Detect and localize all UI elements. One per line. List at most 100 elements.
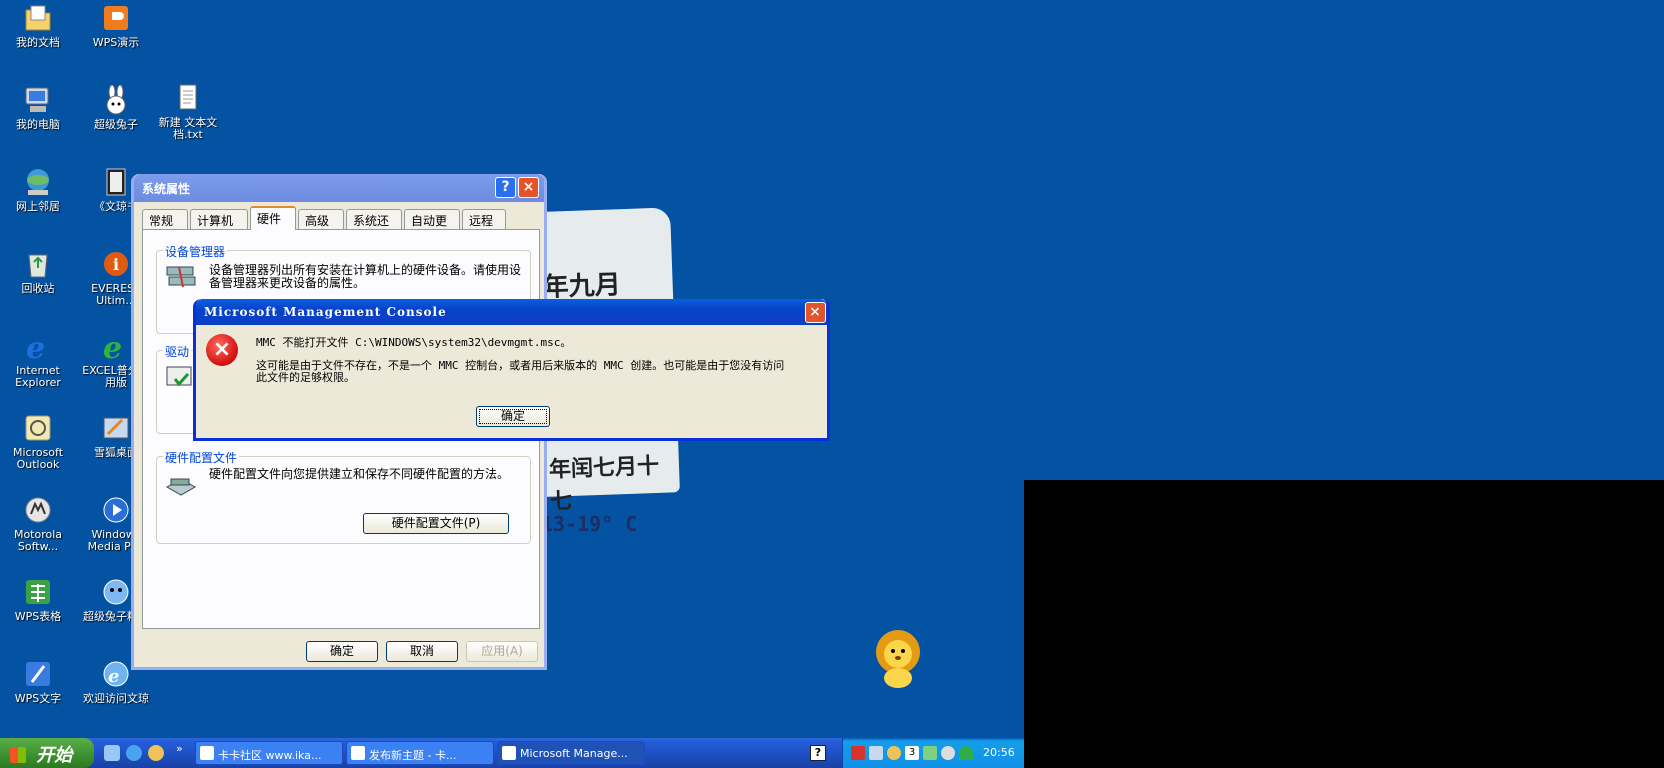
apply-button[interactable]: 应用(A) bbox=[466, 641, 538, 662]
taskbar-item-label: Microsoft Manage... bbox=[520, 747, 628, 760]
taskbar-item-label: 卡卡社区 www.ika... bbox=[218, 749, 322, 762]
mmc-message-line1: MMC 不能打开文件 C:\WINDOWS\system32\devmgmt.m… bbox=[256, 336, 572, 349]
desktop-icon-text-file[interactable]: 新建 文本文档.txt bbox=[150, 82, 226, 141]
taskbar-item-kaka[interactable]: 卡卡社区 www.ika... bbox=[195, 741, 343, 765]
device-manager-text: 设备管理器列出所有安装在计算机上的硬件设备。请使用设备管理器来更改设备的属性。 bbox=[209, 263, 522, 290]
desktop-icon-network-places[interactable]: 网上邻居 bbox=[0, 166, 76, 213]
taskbar: 开始 » 卡卡社区 www.ika... 发布新主题 - 卡... Micros… bbox=[0, 738, 1024, 768]
desktop-icon-my-computer[interactable]: 我的电脑 bbox=[0, 84, 76, 131]
start-label: 开始 bbox=[36, 745, 73, 766]
book-icon bbox=[100, 166, 132, 198]
desktop-icon-wps-writer[interactable]: WPS文字 bbox=[0, 658, 76, 705]
drivers-icon bbox=[165, 365, 195, 391]
device-manager-icon bbox=[165, 263, 197, 293]
desktop-icon-internet-explorer[interactable]: e Internet Explorer bbox=[0, 330, 76, 389]
clock[interactable]: 20:56 bbox=[983, 746, 1015, 759]
calendar-lunar: 年闰七月十七 bbox=[548, 453, 660, 515]
wps-writer-icon bbox=[22, 658, 54, 690]
mmc-ok-button[interactable]: 确定 bbox=[476, 406, 550, 427]
taskbar-item-mmc[interactable]: Microsoft Manage... bbox=[497, 741, 645, 765]
start-button[interactable]: 开始 bbox=[0, 738, 94, 768]
taskbar-item-new-topic[interactable]: 发布新主题 - 卡... bbox=[346, 741, 494, 765]
hardware-profiles-group: 硬件配置文件 硬件配置文件向您提供建立和保存不同硬件配置的方法。 硬件配置文件(… bbox=[156, 449, 531, 544]
hardware-profiles-text: 硬件配置文件向您提供建立和保存不同硬件配置的方法。 bbox=[209, 467, 510, 481]
quicklaunch-chevron-icon[interactable]: » bbox=[176, 742, 183, 755]
browser-icon bbox=[200, 746, 214, 760]
tray-rabbit-icon[interactable] bbox=[887, 746, 901, 760]
rabbit-sprite-icon bbox=[100, 576, 132, 608]
mmc-icon bbox=[502, 746, 516, 760]
tab-system-restore[interactable]: 系统还原 bbox=[346, 209, 402, 245]
motorola-icon bbox=[22, 494, 54, 526]
windows-logo-icon bbox=[10, 747, 26, 763]
desktop-icon-my-documents[interactable]: 我的文档 bbox=[0, 2, 76, 49]
text-file-icon bbox=[172, 82, 204, 114]
hardware-profiles-title: 硬件配置文件 bbox=[163, 449, 240, 466]
device-manager-title: 设备管理器 bbox=[163, 243, 228, 260]
tray-input-icon[interactable] bbox=[923, 746, 937, 760]
taskbar-item-label: 发布新主题 - 卡... bbox=[369, 749, 457, 762]
desktop-extension bbox=[1024, 0, 1664, 480]
excel-icon: e bbox=[100, 330, 132, 366]
desktop-icon-motorola[interactable]: Motorola Softw... bbox=[0, 494, 76, 553]
tab-advanced[interactable]: 高级 bbox=[298, 209, 344, 229]
help-button[interactable]: ? bbox=[495, 177, 516, 198]
my-documents-icon bbox=[22, 2, 54, 34]
desktop-icon-wps-presentation[interactable]: WPS演示 bbox=[78, 2, 154, 49]
close-button[interactable]: × bbox=[518, 177, 539, 198]
mmc-titlebar[interactable]: Microsoft Management Console × bbox=[196, 299, 827, 325]
media-player-icon bbox=[100, 494, 132, 526]
mmc-title: Microsoft Management Console bbox=[204, 305, 447, 319]
wps-spreadsheet-icon bbox=[22, 576, 54, 608]
quicklaunch-rabbit-icon[interactable] bbox=[148, 745, 164, 761]
ok-button[interactable]: 确定 bbox=[306, 641, 378, 662]
hardware-profiles-icon bbox=[165, 469, 197, 497]
tab-computer-name[interactable]: 计算机名 bbox=[190, 209, 248, 245]
desktop-icon-super-rabbit[interactable]: 超级兔子 bbox=[78, 84, 154, 131]
tab-auto-update[interactable]: 自动更新 bbox=[404, 209, 460, 245]
internet-explorer-icon: e bbox=[22, 330, 54, 366]
tab-general[interactable]: 常规 bbox=[142, 209, 188, 229]
cancel-button[interactable]: 取消 bbox=[386, 641, 458, 662]
quicklaunch-desktop-icon[interactable] bbox=[104, 745, 120, 761]
mmc-message-line3: 此文件的足够权限。 bbox=[256, 371, 355, 384]
tray-badge[interactable]: 3 bbox=[905, 746, 919, 760]
network-places-icon bbox=[22, 166, 54, 198]
welcome-ie-icon: e bbox=[100, 658, 132, 690]
desktop-icon-wps-spreadsheet[interactable]: WPS表格 bbox=[0, 576, 76, 623]
desktop-icon-outlook[interactable]: Microsoft Outlook bbox=[0, 412, 76, 471]
mmc-close-button[interactable]: × bbox=[805, 302, 826, 323]
wps-presentation-icon bbox=[100, 2, 132, 34]
tab-hardware[interactable]: 硬件 bbox=[250, 206, 296, 230]
black-region bbox=[1024, 480, 1664, 768]
calendar-month: 年九月 bbox=[542, 270, 622, 303]
mmc-error-dialog: Microsoft Management Console × × MMC 不能打… bbox=[193, 299, 830, 441]
tray-download-icon[interactable] bbox=[851, 746, 865, 760]
recycle-bin-icon bbox=[22, 248, 54, 280]
tray-volume-icon[interactable] bbox=[941, 746, 955, 760]
system-tray: 3 20:56 bbox=[842, 738, 1024, 768]
drivers-title: 驱动 bbox=[163, 343, 192, 360]
svg-text:e: e bbox=[103, 331, 122, 362]
calendar-temperature: 13-19° C bbox=[541, 512, 638, 536]
super-rabbit-icon bbox=[100, 84, 132, 116]
desktop-icon-recycle-bin[interactable]: 回收站 bbox=[0, 248, 76, 295]
tray-antivirus-icon[interactable] bbox=[959, 746, 973, 760]
error-icon: × bbox=[206, 334, 238, 366]
desktop-app-icon bbox=[100, 412, 132, 444]
everest-icon: i bbox=[100, 248, 132, 280]
svg-text:e: e bbox=[108, 666, 119, 687]
outlook-icon bbox=[22, 412, 54, 444]
svg-text:e: e bbox=[26, 331, 45, 362]
quicklaunch-ie-icon[interactable] bbox=[126, 745, 142, 761]
hardware-profiles-button[interactable]: 硬件配置文件(P) bbox=[363, 513, 509, 534]
tray-network-icon[interactable] bbox=[869, 746, 883, 760]
browser-icon bbox=[351, 746, 365, 760]
sysprops-title: 系统属性 bbox=[142, 182, 191, 196]
svg-text:i: i bbox=[113, 255, 119, 274]
lion-mascot[interactable] bbox=[868, 628, 928, 690]
sysprops-titlebar[interactable]: 系统属性 ? × bbox=[134, 174, 544, 202]
tab-remote[interactable]: 远程 bbox=[462, 209, 506, 229]
help-tray-icon[interactable]: ? bbox=[810, 745, 826, 761]
my-computer-icon bbox=[22, 84, 54, 116]
